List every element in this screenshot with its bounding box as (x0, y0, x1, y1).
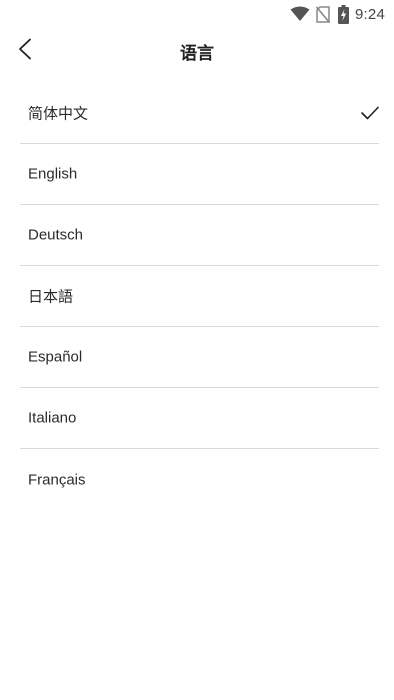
status-time: 9:24 (355, 5, 385, 23)
language-label: Français (28, 471, 86, 488)
language-item-italiano[interactable]: Italiano (20, 388, 379, 449)
status-bar: 9:24 (0, 0, 394, 28)
language-item-deutsch[interactable]: Deutsch (20, 205, 379, 266)
battery-charging-icon (338, 4, 349, 24)
language-label: Español (28, 348, 83, 366)
checkmark-icon (361, 106, 379, 120)
app-header: 语言 (0, 28, 394, 74)
language-label: 简体中文 (28, 105, 89, 123)
wifi-icon (290, 6, 310, 22)
language-item-espanol[interactable]: Español (20, 327, 379, 388)
language-item-francais[interactable]: Français (20, 449, 379, 510)
no-sim-icon (316, 5, 330, 23)
language-label: 日本語 (28, 288, 74, 306)
language-list: 简体中文 English Deutsch 日本語 Español Italian… (20, 83, 379, 510)
language-label: Italiano (28, 409, 77, 427)
status-icons: 9:24 (290, 4, 385, 24)
language-label: Deutsch (28, 226, 84, 244)
language-item-zh-cn[interactable]: 简体中文 (20, 83, 379, 144)
language-item-japanese[interactable]: 日本語 (20, 266, 379, 327)
language-label: English (28, 165, 78, 183)
language-settings-screen: 9:24 语言 简体中文 English Deutsch 日本語 Español… (0, 0, 394, 700)
language-item-english[interactable]: English (20, 144, 379, 205)
page-title: 语言 (180, 44, 214, 64)
